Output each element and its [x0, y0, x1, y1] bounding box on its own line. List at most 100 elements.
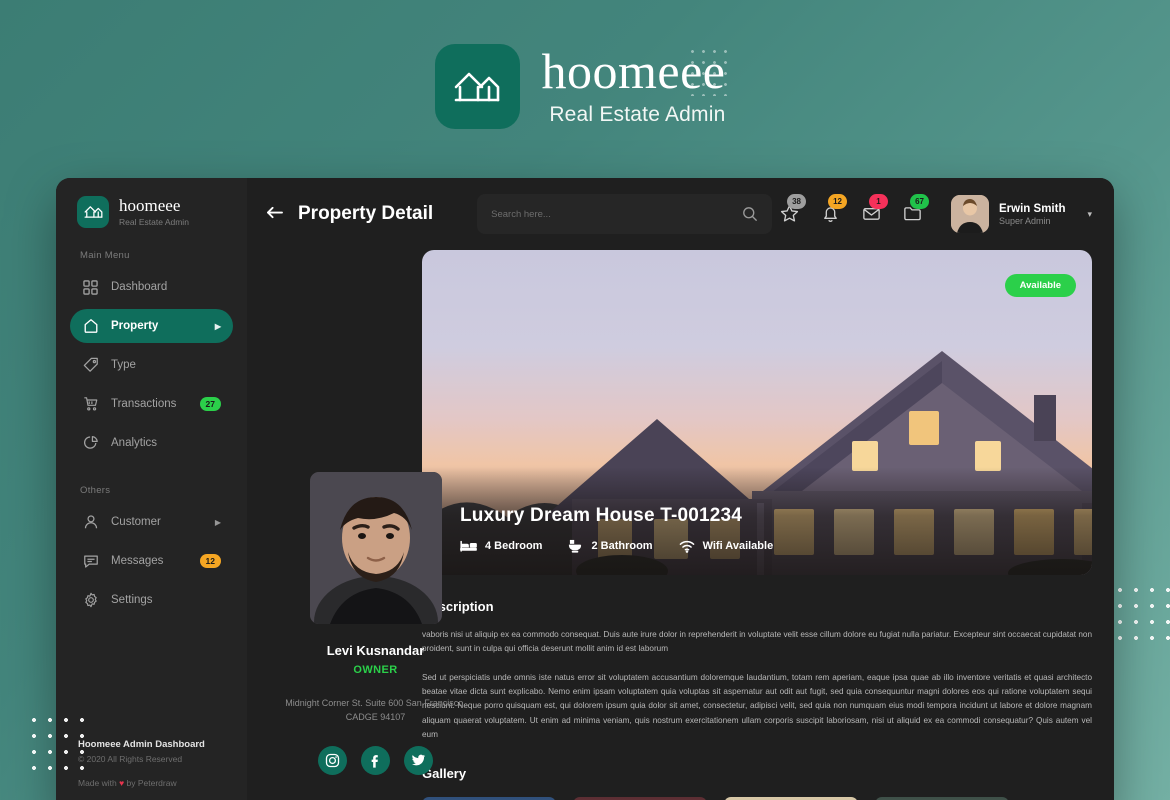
topbar: Property Detail 38 12 — [247, 178, 1114, 250]
messages-button[interactable]: 1 — [861, 194, 889, 225]
property-hero-card: Available Luxury Dream House T-001234 4 … — [422, 250, 1092, 575]
sidebar-item-label: Property — [111, 320, 159, 332]
feature-label: 4 Bedroom — [485, 540, 543, 552]
footer-made-prefix: Made with — [78, 778, 120, 788]
sidebar-item-label: Dashboard — [111, 281, 168, 293]
sidebar-logo-sub: Real Estate Admin — [119, 216, 189, 227]
nav-section-others: Others — [80, 485, 111, 496]
brand-subtitle: Real Estate Admin — [549, 103, 726, 126]
status-badge: 1 — [869, 194, 889, 209]
favorites-button[interactable]: 38 — [779, 194, 807, 225]
feature-bathroom: 2 Bathroom — [568, 539, 653, 553]
wifi-icon — [679, 540, 694, 553]
feature-wifi: Wifi Available — [679, 539, 774, 553]
gallery-heading: Gallery — [422, 766, 467, 782]
house-logo-icon — [454, 72, 500, 101]
footer-credit: Made with ♥ by Peterdraw — [78, 778, 247, 788]
description-paragraph-1: vaboris nisi ut aliquip ex ea commodo co… — [422, 630, 1092, 654]
decorative-dots-logo — [687, 46, 736, 96]
property-info: Luxury Dream House T-001234 4 Bedroom 2 … — [460, 505, 773, 553]
sidebar-item-property[interactable]: Property ▶ — [70, 309, 233, 343]
sidebar-item-messages[interactable]: Messages 12 — [70, 544, 233, 578]
feature-label: 2 Bathroom — [591, 540, 653, 552]
user-name: Erwin Smith — [999, 202, 1066, 215]
status-badge: 12 — [828, 194, 848, 209]
facebook-icon — [371, 755, 378, 768]
sidebar-logo-mark — [77, 196, 109, 228]
sidebar-item-label: Messages — [111, 555, 164, 567]
status-badge: 27 — [199, 397, 221, 411]
home-icon — [82, 318, 99, 335]
grid-icon — [82, 279, 99, 296]
brand-text-block: hoomeee Real Estate Admin — [542, 46, 736, 127]
content-area: Available Luxury Dream House T-001234 4 … — [247, 250, 1114, 800]
sidebar-item-transactions[interactable]: Transactions 27 — [70, 387, 233, 421]
user-avatar — [951, 195, 990, 233]
sidebar-item-customer[interactable]: Customer ▶ — [70, 505, 233, 539]
decorative-dots-right — [1108, 578, 1170, 648]
social-links — [269, 746, 482, 775]
app-window: hoomeee Real Estate Admin Main Menu Dash… — [56, 178, 1114, 800]
owner-name: Levi Kusnandar — [326, 643, 425, 658]
user-menu[interactable]: Erwin Smith Super Admin ▾ — [951, 195, 1092, 233]
chevron-down-icon[interactable]: ▾ — [1087, 209, 1092, 220]
status-badge: 12 — [199, 554, 221, 568]
nav-section-main-menu: Main Menu — [80, 250, 130, 261]
instagram-link[interactable] — [318, 746, 347, 775]
files-button[interactable]: 67 — [902, 194, 930, 225]
footer-copyright: © 2020 All Rights Reserved — [78, 754, 183, 764]
user-role: Super Admin — [999, 216, 1051, 227]
search-box[interactable] — [477, 194, 773, 234]
chevron-right-icon: ▶ — [214, 517, 221, 527]
arrow-left-icon — [267, 206, 283, 218]
decorative-dots-bottom-left — [22, 708, 92, 774]
sidebar-item-label: Customer — [111, 516, 161, 528]
chevron-right-icon: ▶ — [214, 321, 221, 331]
status-badge: 67 — [910, 194, 930, 209]
search-input[interactable] — [491, 208, 743, 220]
instagram-icon — [325, 753, 340, 768]
twitter-link[interactable] — [404, 746, 433, 775]
chat-icon — [82, 553, 99, 570]
owner-portrait — [309, 472, 442, 624]
sidebar-item-label: Transactions — [111, 398, 177, 410]
owner-card: Levi Kusnandar OWNER Midnight Corner St.… — [269, 472, 482, 775]
description-section: Description vaboris nisi ut aliquip ex e… — [422, 575, 1092, 800]
brand-logo-mark — [434, 44, 520, 129]
sidebar-item-dashboard[interactable]: Dashboard — [70, 270, 233, 304]
notifications-button[interactable]: 12 — [820, 194, 848, 225]
twitter-icon — [411, 754, 426, 766]
cart-icon — [82, 396, 99, 413]
owner-photo — [309, 472, 442, 624]
main-area: Property Detail 38 12 — [247, 178, 1114, 800]
pie-chart-icon — [82, 435, 99, 452]
property-features: 4 Bedroom 2 Bathroom Wifi Available — [460, 539, 773, 553]
toilet-icon — [569, 539, 582, 553]
description-paragraph-2: Sed ut perspiciatis unde omnis iste natu… — [422, 672, 1092, 740]
feature-label: Wifi Available — [702, 540, 774, 552]
sidebar-item-label: Type — [111, 359, 136, 371]
user-icon — [82, 514, 99, 531]
sidebar-item-settings[interactable]: Settings — [70, 583, 233, 617]
facebook-link[interactable] — [361, 746, 390, 775]
property-title: Luxury Dream House T-001234 — [460, 505, 743, 526]
avatar — [951, 195, 990, 233]
sidebar-nav: Main Menu Dashboard Property ▶ Type Tran… — [56, 250, 247, 622]
tag-icon — [82, 357, 99, 374]
sidebar: hoomeee Real Estate Admin Main Menu Dash… — [56, 178, 247, 800]
sidebar-logo-name: hoomeee — [119, 196, 181, 216]
footer-title: Hoomeee Admin Dashboard — [78, 739, 205, 750]
sidebar-item-analytics[interactable]: Analytics — [70, 426, 233, 460]
search-icon[interactable] — [742, 206, 758, 222]
owner-role: OWNER — [353, 664, 398, 676]
topbar-icons: 38 12 1 67 Erwin Smith Super Admin ▾ — [779, 194, 1092, 233]
sidebar-item-label: Analytics — [111, 437, 158, 449]
sidebar-item-type[interactable]: Type — [70, 348, 233, 382]
description-heading: Description — [422, 599, 494, 614]
owner-address: Midnight Corner St. Suite 600 San Franci… — [285, 698, 466, 722]
back-button[interactable] — [265, 205, 284, 224]
status-badge: 38 — [787, 194, 807, 209]
brand-header: hoomeee Real Estate Admin — [0, 44, 1170, 129]
sidebar-logo[interactable]: hoomeee Real Estate Admin — [56, 178, 247, 228]
gear-icon — [82, 592, 99, 609]
